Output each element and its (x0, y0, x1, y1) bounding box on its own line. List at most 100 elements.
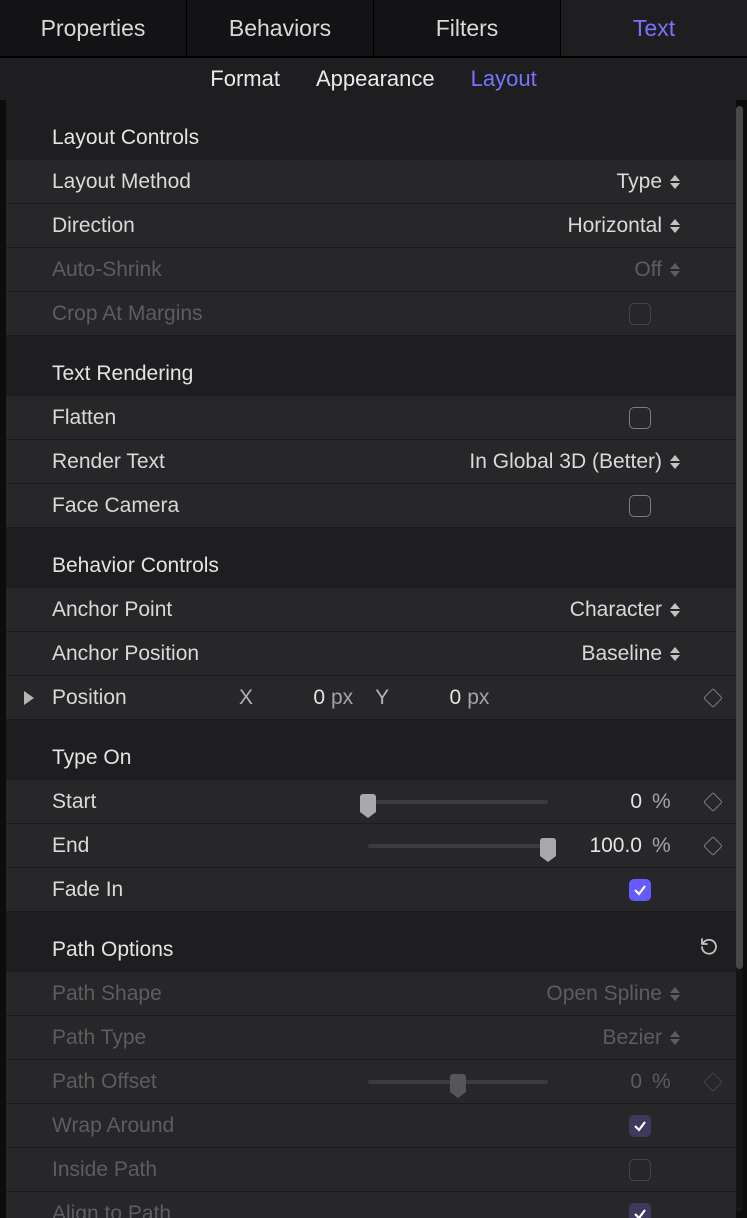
axis-x-label: X (237, 686, 255, 710)
row-render-text: Render Text In Global 3D (Better) (6, 440, 736, 484)
section-title: Behavior Controls (52, 554, 720, 578)
row-path-shape: Path Shape Open Spline (6, 972, 736, 1016)
dropdown-render-text[interactable]: In Global 3D (Better) (469, 450, 680, 474)
stepper-icon (670, 455, 680, 469)
label-path-offset: Path Offset (52, 1070, 237, 1094)
subtab-layout[interactable]: Layout (465, 66, 543, 92)
row-wrap-around: Wrap Around (6, 1104, 736, 1148)
tab-properties[interactable]: Properties (0, 0, 187, 56)
row-direction: Direction Horizontal (6, 204, 736, 248)
label-anchor-position: Anchor Position (52, 642, 237, 666)
keyframe-icon (703, 1072, 723, 1092)
subtab-appearance[interactable]: Appearance (310, 66, 441, 92)
stepper-icon (670, 603, 680, 617)
row-position: Position X 0 px Y 0 px (6, 676, 736, 720)
scrollbar-thumb[interactable] (736, 106, 743, 969)
unit-percent: % (652, 834, 680, 858)
row-path-type: Path Type Bezier (6, 1016, 736, 1060)
row-inside-path: Inside Path (6, 1148, 736, 1192)
stepper-icon (670, 987, 680, 1001)
dropdown-path-type: Bezier (602, 1026, 680, 1050)
row-anchor-point: Anchor Point Character (6, 588, 736, 632)
slider-thumb[interactable] (540, 838, 556, 856)
scrollbar[interactable] (736, 106, 743, 1212)
dropdown-path-shape: Open Spline (546, 982, 680, 1006)
label-end: End (52, 834, 237, 858)
row-anchor-position: Anchor Position Baseline (6, 632, 736, 676)
text-subtabs: Format Appearance Layout (0, 58, 747, 100)
keyframe-icon[interactable] (703, 836, 723, 856)
section-title: Layout Controls (52, 126, 720, 150)
label-auto-shrink: Auto-Shrink (52, 258, 237, 282)
checkbox-align-to-path (629, 1203, 651, 1218)
value-end[interactable]: 100.0 (570, 834, 642, 858)
label-crop-at-margins: Crop At Margins (52, 302, 237, 326)
checkbox-inside-path (629, 1159, 651, 1181)
section-title: Path Options (52, 938, 698, 962)
value-path-offset: 0 (570, 1070, 642, 1094)
value-position-x[interactable]: 0 (261, 686, 325, 710)
label-inside-path: Inside Path (52, 1158, 237, 1182)
row-flatten: Flatten (6, 396, 736, 440)
checkbox-flatten[interactable] (629, 407, 651, 429)
unit-percent: % (652, 790, 680, 814)
tab-text[interactable]: Text (561, 0, 747, 56)
row-align-to-path: Align to Path (6, 1192, 736, 1218)
disclosure-triangle-icon[interactable] (24, 691, 34, 705)
label-direction: Direction (52, 214, 237, 238)
dropdown-direction[interactable]: Horizontal (567, 214, 680, 238)
section-path-options: Path Options (6, 928, 736, 972)
tab-filters[interactable]: Filters (374, 0, 561, 56)
stepper-icon (670, 175, 680, 189)
main-tabs: Properties Behaviors Filters Text (0, 0, 747, 58)
label-face-camera: Face Camera (52, 494, 237, 518)
keyframe-icon[interactable] (703, 792, 723, 812)
row-fade-in: Fade In (6, 868, 736, 912)
slider-end[interactable] (368, 844, 548, 848)
label-path-type: Path Type (52, 1026, 237, 1050)
slider-thumb (450, 1074, 466, 1092)
label-path-shape: Path Shape (52, 982, 237, 1006)
row-crop-at-margins: Crop At Margins (6, 292, 736, 336)
label-render-text: Render Text (52, 450, 237, 474)
dropdown-auto-shrink: Off (634, 258, 680, 282)
tab-behaviors[interactable]: Behaviors (187, 0, 374, 56)
label-layout-method: Layout Method (52, 170, 237, 194)
dropdown-anchor-point[interactable]: Character (570, 598, 680, 622)
reset-button[interactable] (698, 936, 720, 964)
unit-percent: % (652, 1070, 680, 1094)
label-flatten: Flatten (52, 406, 237, 430)
label-anchor-point: Anchor Point (52, 598, 237, 622)
checkbox-fade-in[interactable] (629, 879, 651, 901)
row-start: Start 0 % (6, 780, 736, 824)
unit-px: px (331, 686, 353, 710)
dropdown-layout-method[interactable]: Type (616, 170, 680, 194)
value-position-y[interactable]: 0 (397, 686, 461, 710)
keyframe-icon[interactable] (703, 688, 723, 708)
subtab-format[interactable]: Format (204, 66, 286, 92)
value-start[interactable]: 0 (570, 790, 642, 814)
unit-px: px (467, 686, 489, 710)
row-path-offset: Path Offset 0 % (6, 1060, 736, 1104)
label-wrap-around: Wrap Around (52, 1114, 237, 1138)
label-align-to-path: Align to Path (52, 1202, 237, 1218)
slider-thumb[interactable] (360, 794, 376, 812)
row-auto-shrink: Auto-Shrink Off (6, 248, 736, 292)
axis-y-label: Y (373, 686, 391, 710)
section-type-on: Type On (6, 736, 736, 780)
stepper-icon (670, 1031, 680, 1045)
slider-start[interactable] (368, 800, 548, 804)
stepper-icon (670, 263, 680, 277)
checkbox-wrap-around (629, 1115, 651, 1137)
section-title: Text Rendering (52, 362, 720, 386)
label-fade-in: Fade In (52, 878, 237, 902)
section-layout-controls: Layout Controls (6, 116, 736, 160)
stepper-icon (670, 219, 680, 233)
section-behavior-controls: Behavior Controls (6, 544, 736, 588)
checkbox-face-camera[interactable] (629, 495, 651, 517)
dropdown-anchor-position[interactable]: Baseline (581, 642, 680, 666)
label-start: Start (52, 790, 237, 814)
section-text-rendering: Text Rendering (6, 352, 736, 396)
row-end: End 100.0 % (6, 824, 736, 868)
label-position: Position (52, 686, 237, 710)
